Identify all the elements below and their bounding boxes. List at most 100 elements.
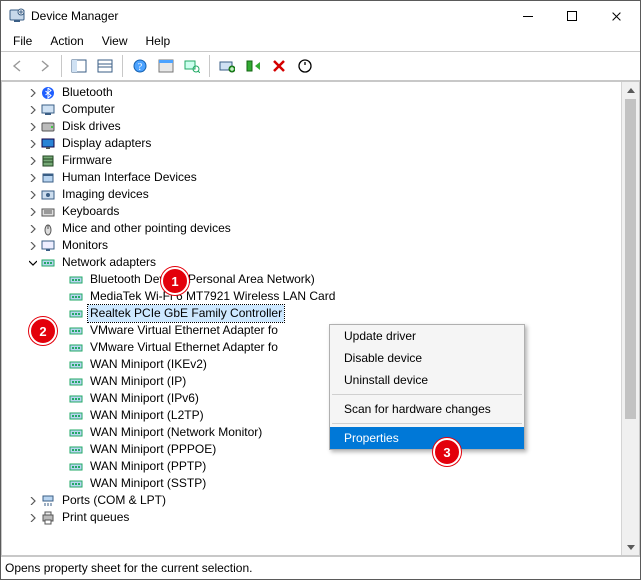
expand-arrow-icon[interactable] [54, 373, 68, 390]
tree-category-hid[interactable]: Human Interface Devices [2, 169, 621, 186]
toolbar-separator [61, 55, 62, 77]
tree-category-keyboard[interactable]: Keyboards [2, 203, 621, 220]
toolbar-properties-pane-button[interactable] [92, 53, 118, 79]
device-label: Display adapters [60, 135, 153, 152]
menu-file[interactable]: File [5, 32, 40, 50]
device-icon [40, 136, 56, 152]
toolbar-update-driver-button[interactable] [214, 53, 240, 79]
toolbar-action-dropdown-button[interactable] [153, 53, 179, 79]
expand-arrow-icon[interactable] [54, 407, 68, 424]
menu-help[interactable]: Help [138, 32, 179, 50]
tree-device[interactable]: WAN Miniport (L2TP) [2, 407, 621, 424]
status-text: Opens property sheet for the current sel… [5, 561, 252, 575]
device-label: WAN Miniport (SSTP) [88, 475, 208, 492]
expand-arrow-icon[interactable] [54, 458, 68, 475]
toolbar-help-button[interactable]: ? [127, 53, 153, 79]
device-icon [40, 85, 56, 101]
tree-device[interactable]: WAN Miniport (SSTP) [2, 475, 621, 492]
device-label: Keyboards [60, 203, 121, 220]
expand-arrow-icon[interactable] [26, 514, 40, 522]
expand-arrow-icon[interactable] [54, 356, 68, 373]
device-icon [68, 408, 84, 424]
menu-view[interactable]: View [94, 32, 136, 50]
device-label: WAN Miniport (IKEv2) [88, 356, 209, 373]
tree-category-firmware[interactable]: Firmware [2, 152, 621, 169]
toolbar-scan-hardware-button[interactable] [179, 53, 205, 79]
device-icon [40, 153, 56, 169]
minimize-button[interactable] [506, 2, 550, 30]
tree-device[interactable]: WAN Miniport (IPv6) [2, 390, 621, 407]
tree-device[interactable]: VMware Virtual Ethernet Adapter fo [2, 322, 621, 339]
tree-category-imaging[interactable]: Imaging devices [2, 186, 621, 203]
toolbar-separator [209, 55, 210, 77]
tree-device[interactable]: WAN Miniport (IKEv2) [2, 356, 621, 373]
expand-arrow-icon[interactable] [26, 140, 40, 148]
tree-device[interactable]: MediaTek Wi-Fi 6 MT7921 Wireless LAN Car… [2, 288, 621, 305]
expand-arrow-icon[interactable] [54, 475, 68, 492]
expand-arrow-icon[interactable] [54, 390, 68, 407]
toolbar-forward-button[interactable] [31, 53, 57, 79]
tree-device[interactable]: Realtek PCIe GbE Family Controller [2, 305, 621, 322]
toolbar-show-hide-pane-button[interactable] [66, 53, 92, 79]
device-icon [68, 391, 84, 407]
toolbar-enable-device-button[interactable] [240, 53, 266, 79]
vertical-scrollbar[interactable] [621, 82, 639, 555]
device-label: Mice and other pointing devices [60, 220, 233, 237]
titlebar: Device Manager [1, 1, 640, 31]
expand-arrow-icon[interactable] [26, 208, 40, 216]
toolbar: ? [1, 51, 640, 81]
tree-device[interactable]: WAN Miniport (Network Monitor) [2, 424, 621, 441]
expand-arrow-icon[interactable] [26, 259, 40, 267]
scroll-up-button[interactable] [622, 82, 639, 99]
tree-category-mouse[interactable]: Mice and other pointing devices [2, 220, 621, 237]
device-label: WAN Miniport (Network Monitor) [88, 424, 264, 441]
expand-arrow-icon[interactable] [26, 157, 40, 165]
ctx-disable-device[interactable]: Disable device [330, 347, 524, 369]
ctx-properties[interactable]: Properties [330, 427, 524, 449]
tree-device[interactable]: WAN Miniport (PPTP) [2, 458, 621, 475]
expand-arrow-icon[interactable] [54, 424, 68, 441]
ctx-uninstall-device[interactable]: Uninstall device [330, 369, 524, 391]
tree-category-monitor[interactable]: Monitors [2, 237, 621, 254]
expand-arrow-icon[interactable] [26, 106, 40, 114]
expand-arrow-icon[interactable] [54, 305, 68, 322]
tree-category-bluetooth[interactable]: Bluetooth [2, 84, 621, 101]
tree-category-display[interactable]: Display adapters [2, 135, 621, 152]
svg-text:?: ? [138, 62, 143, 73]
expand-arrow-icon[interactable] [26, 191, 40, 199]
expand-arrow-icon[interactable] [26, 242, 40, 250]
tree-device[interactable]: VMware Virtual Ethernet Adapter fo [2, 339, 621, 356]
expand-arrow-icon[interactable] [54, 288, 68, 305]
scroll-down-button[interactable] [622, 538, 639, 555]
tree-category-disk[interactable]: Disk drives [2, 118, 621, 135]
ctx-scan-hardware[interactable]: Scan for hardware changes [330, 398, 524, 420]
tree-category-computer[interactable]: Computer [2, 101, 621, 118]
menu-action[interactable]: Action [42, 32, 91, 50]
device-manager-window: Device Manager File Action View Help ? B… [0, 0, 641, 580]
expand-arrow-icon[interactable] [26, 497, 40, 505]
toolbar-back-button[interactable] [5, 53, 31, 79]
tree-category-print[interactable]: Print queues [2, 509, 621, 526]
scroll-thumb[interactable] [625, 99, 636, 419]
expand-arrow-icon[interactable] [26, 123, 40, 131]
device-tree[interactable]: BluetoothComputerDisk drivesDisplay adap… [2, 82, 621, 555]
ctx-update-driver[interactable]: Update driver [330, 325, 524, 347]
expand-arrow-icon[interactable] [54, 271, 68, 288]
toolbar-disable-device-button[interactable] [292, 53, 318, 79]
device-icon [40, 204, 56, 220]
tree-category-network[interactable]: Network adapters [2, 254, 621, 271]
tree-device[interactable]: WAN Miniport (IP) [2, 373, 621, 390]
tree-device[interactable]: WAN Miniport (PPPOE) [2, 441, 621, 458]
toolbar-uninstall-device-button[interactable] [266, 53, 292, 79]
annotation-badge-2: 2 [29, 317, 57, 345]
expand-arrow-icon[interactable] [54, 339, 68, 356]
tree-category-ports[interactable]: Ports (COM & LPT) [2, 492, 621, 509]
app-icon [9, 8, 25, 24]
maximize-button[interactable] [550, 2, 594, 30]
expand-arrow-icon[interactable] [26, 174, 40, 182]
close-button[interactable] [594, 2, 638, 30]
expand-arrow-icon[interactable] [54, 441, 68, 458]
tree-device[interactable]: Bluetooth Device (Personal Area Network) [2, 271, 621, 288]
expand-arrow-icon[interactable] [26, 225, 40, 233]
expand-arrow-icon[interactable] [26, 89, 40, 97]
